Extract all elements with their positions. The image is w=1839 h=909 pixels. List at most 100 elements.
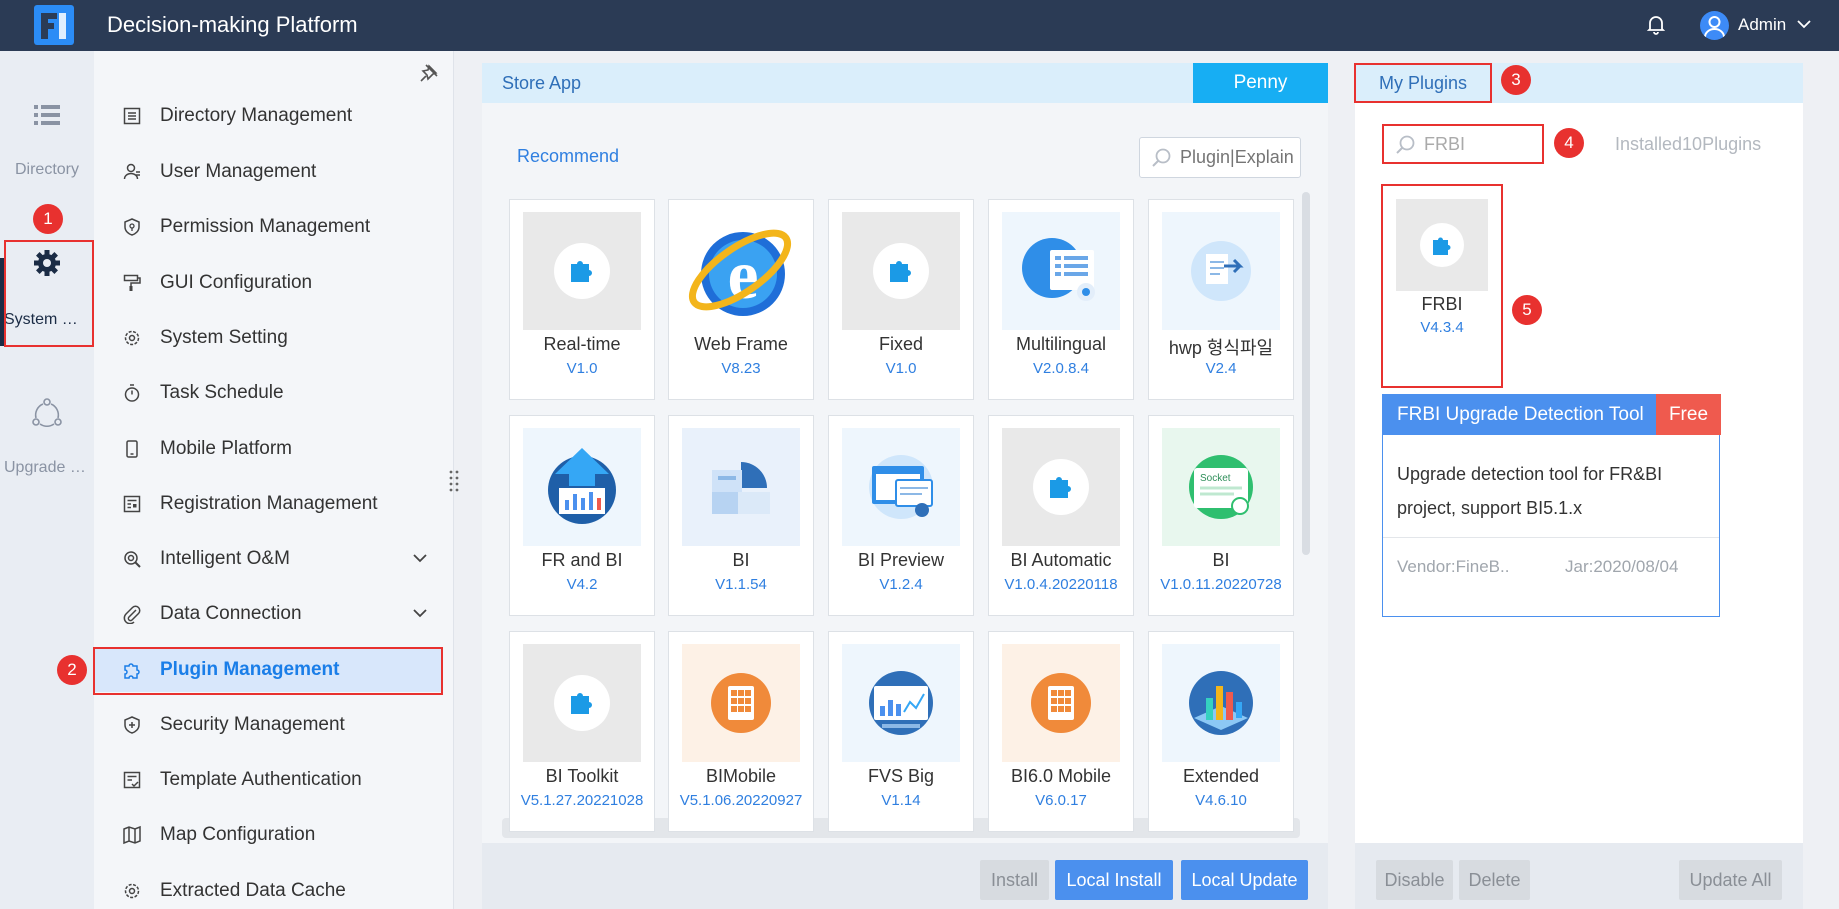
- menu-item-permission-management[interactable]: Permission Management: [122, 207, 442, 247]
- 3d-chart-icon: [1162, 644, 1280, 762]
- plugin-card-fvs-big[interactable]: FVS Big V1.14: [828, 631, 974, 832]
- menu-item-map-configuration[interactable]: Map Configuration: [122, 815, 442, 855]
- menu-item-task-schedule[interactable]: Task Schedule: [122, 373, 442, 413]
- search-icon: [1152, 148, 1171, 167]
- menu-item-security-management[interactable]: Security Management: [122, 705, 442, 745]
- plugin-card-fr-and-bi[interactable]: FR and BI V4.2: [509, 415, 655, 616]
- annotation-box-system: [4, 240, 94, 347]
- rail-item-upgrade-center[interactable]: Upgrade Center: [0, 397, 94, 497]
- plugin-card-bi60-mobile[interactable]: BI6.0 Mobile V6.0.17: [988, 631, 1134, 832]
- menu-item-registration-management[interactable]: Registration Management: [122, 484, 442, 524]
- plugin-card-bi-socket[interactable]: Socket BI V1.0.11.20220728: [1148, 415, 1294, 616]
- menu-item-label: Extracted Data Cache: [160, 880, 346, 901]
- plugin-card-bi-toolkit[interactable]: BI Toolkit V5.1.27.20221028: [509, 631, 655, 832]
- plugin-version: V1.0: [885, 360, 917, 377]
- menu-item-mobile-platform[interactable]: Mobile Platform: [122, 429, 442, 469]
- plugin-card-bi-preview[interactable]: BI Preview V1.2.4: [828, 415, 974, 616]
- rail-item-label: Directory: [14, 161, 79, 178]
- paperclip-icon: [123, 605, 141, 624]
- plugin-card-fixed[interactable]: Fixed V1.0: [828, 199, 974, 400]
- rail-item-label: Upgrade Center: [4, 459, 94, 476]
- disable-button[interactable]: Disable: [1376, 860, 1453, 900]
- chevron-down-icon[interactable]: [412, 552, 428, 564]
- user-name[interactable]: Admin: [1738, 15, 1786, 35]
- tab-my-plugins[interactable]: My Plugins: [1354, 63, 1492, 103]
- plugin-version: V6.0.17: [1035, 792, 1087, 809]
- bell-icon[interactable]: [1644, 12, 1668, 36]
- plugin-name: BI: [732, 550, 750, 570]
- menu-item-directory-management[interactable]: Directory Management: [122, 96, 442, 136]
- local-install-button[interactable]: Local Install: [1055, 860, 1173, 900]
- internet-explorer-icon: e: [682, 212, 800, 330]
- mobile-phone-icon: [126, 440, 138, 458]
- menu-item-label: System Setting: [160, 327, 288, 348]
- document-export-icon: [1162, 212, 1280, 330]
- menu-item-template-authentication[interactable]: Template Authentication: [122, 760, 442, 800]
- plugin-card-bi[interactable]: BI V1.1.54: [668, 415, 814, 616]
- tooltip-title: FRBI Upgrade Detection Tool: [1383, 395, 1656, 435]
- puzzle-icon: [1396, 199, 1488, 291]
- plugin-card-multilingual[interactable]: Multilingual V2.0.8.4: [988, 199, 1134, 400]
- update-all-button[interactable]: Update All: [1679, 860, 1782, 900]
- tooltip-vendor: Vendor:FineB..: [1397, 557, 1510, 576]
- plugin-version: V1.0: [566, 360, 598, 377]
- plugin-name: Web Frame: [694, 334, 788, 354]
- plugin-card-bi-automatic[interactable]: BI Automatic V1.0.4.20220118: [988, 415, 1134, 616]
- registration-form-icon: [123, 495, 141, 513]
- menu-item-label: Security Management: [160, 714, 345, 735]
- annotation-box-plugin-management: [93, 647, 443, 695]
- dashboard-pie-icon: [682, 428, 800, 546]
- plugin-name: FR and BI: [541, 550, 623, 570]
- tab-store-app[interactable]: Store App: [502, 73, 581, 94]
- chevron-down-icon[interactable]: [1796, 18, 1812, 30]
- user-avatar[interactable]: [1700, 11, 1729, 40]
- resize-handle-icon[interactable]: [449, 469, 459, 493]
- plugin-name: FVS Big: [867, 766, 935, 786]
- menu-item-system-setting[interactable]: System Setting: [122, 318, 442, 358]
- cycle-icon: [32, 398, 62, 428]
- plugin-card-web-frame[interactable]: e Web Frame V8.23: [668, 199, 814, 400]
- menu-item-label: Template Authentication: [160, 769, 362, 790]
- plugin-card-real-time[interactable]: Real-time V1.0: [509, 199, 655, 400]
- stopwatch-icon: [124, 384, 140, 402]
- store-vertical-scrollbar[interactable]: [1302, 192, 1310, 555]
- plugin-version: V1.14: [881, 792, 921, 809]
- plugin-card-extended[interactable]: Extended V4.6.10: [1148, 631, 1294, 832]
- store-search-box[interactable]: [1139, 137, 1301, 178]
- plugin-name: BI Preview: [857, 550, 945, 570]
- plugin-version: V1.1.54: [715, 576, 767, 593]
- recommend-link[interactable]: Recommend: [517, 146, 619, 167]
- rail-item-directory[interactable]: Directory: [0, 95, 94, 185]
- menu-item-label: Mobile Platform: [160, 438, 292, 459]
- install-button[interactable]: Install: [980, 860, 1049, 900]
- plugin-detail-tooltip: FRBI Upgrade Detection Tool Free Upgrade…: [1382, 394, 1721, 617]
- menu-item-user-management[interactable]: User Management: [122, 152, 442, 192]
- store-search-input[interactable]: [1180, 138, 1298, 177]
- pin-icon[interactable]: [418, 62, 440, 84]
- menu-item-data-connection[interactable]: Data Connection: [122, 594, 428, 634]
- chevron-down-icon[interactable]: [412, 607, 428, 619]
- annotation-marker: 3: [1501, 65, 1531, 95]
- delete-button[interactable]: Delete: [1459, 860, 1530, 900]
- map-icon: [123, 825, 141, 845]
- menu-item-intelligent-om[interactable]: Intelligent O&M: [122, 539, 428, 579]
- my-plugins-search-box[interactable]: [1382, 124, 1544, 164]
- plugin-version: V8.23: [721, 360, 761, 377]
- installed-plugin-card-frbi[interactable]: FRBI V4.3.4: [1381, 184, 1503, 388]
- menu-item-label: Map Configuration: [160, 824, 316, 845]
- my-plugins-search-input[interactable]: [1424, 126, 1540, 162]
- top-bar: Decision-making Platform Admin: [0, 0, 1839, 51]
- installed-count: Installed10Plugins: [1615, 134, 1762, 154]
- menu-item-extracted-data-cache[interactable]: Extracted Data Cache: [122, 871, 442, 909]
- menu-item-gui-configuration[interactable]: GUI Configuration: [122, 263, 442, 303]
- local-update-button[interactable]: Local Update: [1181, 860, 1308, 900]
- app-logo-icon[interactable]: [34, 5, 74, 45]
- plugin-card-bimobile[interactable]: BIMobile V5.1.06.20220927: [668, 631, 814, 832]
- svg-text:Socket: Socket: [1200, 473, 1231, 484]
- penny-button[interactable]: Penny: [1193, 63, 1328, 103]
- gear-icon: [124, 330, 140, 346]
- plugin-name: BIMobile: [705, 766, 777, 786]
- shield-icon: [124, 218, 140, 236]
- plugin-version: V4.3.4: [1420, 319, 1464, 336]
- plugin-card-hwp[interactable]: hwp 형식파일 V2.4: [1148, 199, 1294, 400]
